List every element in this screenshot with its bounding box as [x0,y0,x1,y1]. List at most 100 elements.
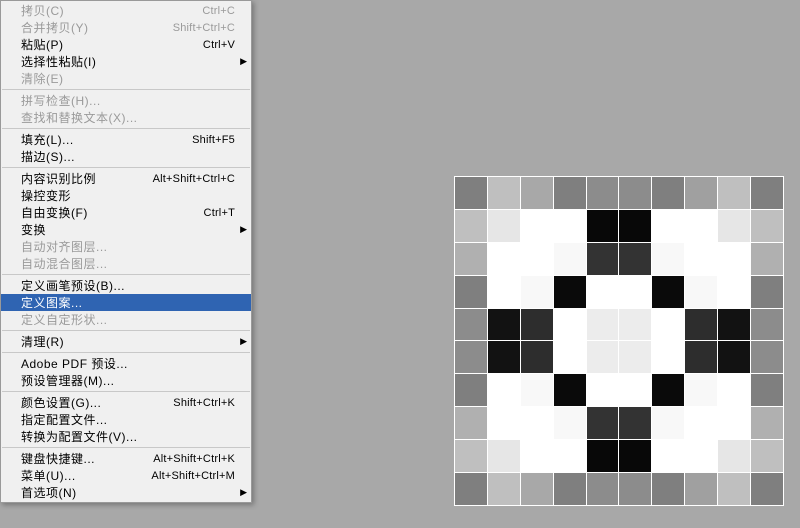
menu-item-label: 指定配置文件... [21,411,245,428]
pattern-cell [554,374,586,406]
pattern-cell [652,374,684,406]
pattern-cell [587,177,619,209]
pattern-cell [455,309,487,341]
pattern-cell [652,473,684,505]
menu-item[interactable]: 选择性粘贴(I)▶ [1,53,251,70]
menu-item[interactable]: 菜单(U)...Alt+Shift+Ctrl+M [1,467,251,484]
pattern-cell [554,276,586,308]
menu-item-label: 颜色设置(G)... [21,394,173,411]
menu-item-label: 变换 [21,221,245,238]
pattern-cell [751,177,783,209]
pattern-cell [455,374,487,406]
menu-item[interactable]: 自由变换(F)Ctrl+T [1,204,251,221]
menu-item[interactable]: 填充(L)...Shift+F5 [1,131,251,148]
pattern-cell [455,210,487,242]
pattern-cell [751,440,783,472]
pattern-cell [521,309,553,341]
pattern-cell [718,407,750,439]
pattern-cell [751,407,783,439]
menu-item[interactable]: 描边(S)... [1,148,251,165]
menu-item[interactable]: 定义画笔预设(B)... [1,277,251,294]
menu-item: 定义自定形状... [1,311,251,328]
pattern-cell [587,374,619,406]
menu-item-label: 清除(E) [21,70,245,87]
pattern-cell [521,473,553,505]
pattern-cell [652,276,684,308]
pattern-cell [652,407,684,439]
pattern-cell [619,276,651,308]
menu-item[interactable]: 内容识别比例Alt+Shift+Ctrl+C [1,170,251,187]
pattern-cell [718,341,750,373]
pattern-cell [455,473,487,505]
pattern-cell [488,341,520,373]
submenu-arrow-icon: ▶ [240,225,247,234]
menu-separator [2,391,250,392]
pattern-cell [751,309,783,341]
menu-item-label: 自由变换(F) [21,204,204,221]
menu-item-shortcut: Ctrl+T [204,207,245,219]
menu-item[interactable]: 颜色设置(G)...Shift+Ctrl+K [1,394,251,411]
pattern-cell [718,440,750,472]
pattern-canvas [454,176,784,506]
menu-item[interactable]: 清理(R)▶ [1,333,251,350]
menu-item-shortcut: Shift+F5 [192,134,245,146]
menu-item-label: 自动混合图层... [21,255,245,272]
pattern-cell [718,276,750,308]
pattern-cell [652,243,684,275]
pattern-cell [455,407,487,439]
menu-item: 拷贝(C)Ctrl+C [1,2,251,19]
menu-item[interactable]: 操控变形 [1,187,251,204]
pattern-cell [685,440,717,472]
pattern-cell [554,341,586,373]
pattern-cell [619,473,651,505]
pattern-cell [455,440,487,472]
menu-item-label: 清理(R) [21,333,245,350]
menu-item-label: 键盘快捷键... [21,450,153,467]
submenu-arrow-icon: ▶ [240,488,247,497]
pattern-cell [619,407,651,439]
menu-item[interactable]: 转换为配置文件(V)... [1,428,251,445]
menu-item-label: 拼写检查(H)... [21,92,245,109]
menu-item-label: 自动对齐图层... [21,238,245,255]
menu-item[interactable]: 预设管理器(M)... [1,372,251,389]
pattern-cell [587,473,619,505]
menu-separator [2,89,250,90]
menu-item[interactable]: 定义图案... [1,294,251,311]
menu-item[interactable]: 粘贴(P)Ctrl+V [1,36,251,53]
pattern-cell [554,407,586,439]
pattern-cell [685,473,717,505]
pattern-cell [751,210,783,242]
menu-item[interactable]: 首选项(N)▶ [1,484,251,501]
menu-item[interactable]: Adobe PDF 预设... [1,355,251,372]
pattern-cell [685,309,717,341]
pattern-cell [587,407,619,439]
menu-item-label: 定义画笔预设(B)... [21,277,245,294]
menu-item: 自动混合图层... [1,255,251,272]
edit-menu: 拷贝(C)Ctrl+C合并拷贝(Y)Shift+Ctrl+C粘贴(P)Ctrl+… [0,0,252,503]
menu-item[interactable]: 变换▶ [1,221,251,238]
menu-item: 合并拷贝(Y)Shift+Ctrl+C [1,19,251,36]
pattern-cell [619,374,651,406]
menu-item-shortcut: Ctrl+C [202,5,245,17]
menu-separator [2,274,250,275]
menu-item-label: 定义自定形状... [21,311,245,328]
menu-item: 查找和替换文本(X)... [1,109,251,126]
menu-item-label: 合并拷贝(Y) [21,19,173,36]
menu-item[interactable]: 键盘快捷键...Alt+Shift+Ctrl+K [1,450,251,467]
pattern-cell [619,309,651,341]
menu-item-label: 选择性粘贴(I) [21,53,245,70]
menu-item-label: 拷贝(C) [21,2,202,19]
menu-item-label: 预设管理器(M)... [21,372,245,389]
menu-item-label: 填充(L)... [21,131,192,148]
pattern-cell [685,407,717,439]
pattern-cell [488,473,520,505]
menu-item[interactable]: 指定配置文件... [1,411,251,428]
pattern-cell [619,341,651,373]
pattern-cell [685,374,717,406]
pattern-cell [587,243,619,275]
pattern-cell [455,243,487,275]
pattern-cell [521,407,553,439]
menu-separator [2,352,250,353]
pattern-cell [587,309,619,341]
pattern-cell [587,440,619,472]
